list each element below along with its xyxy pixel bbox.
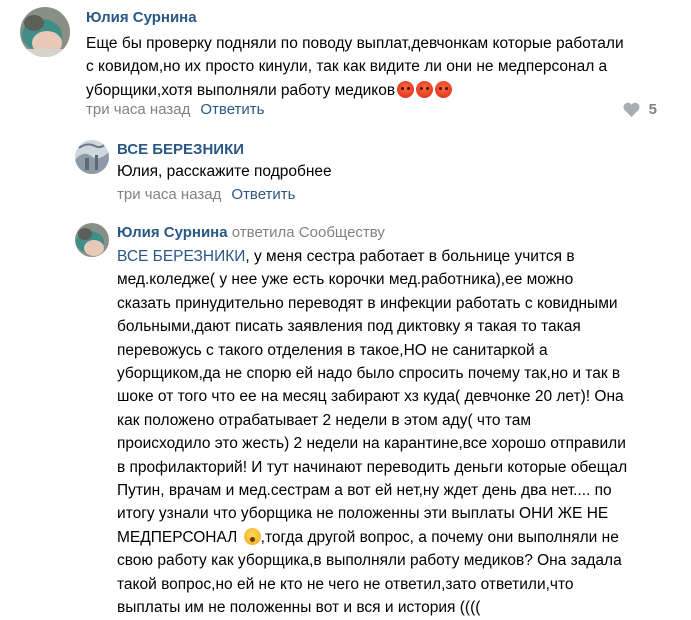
text-line-content: , у меня сестра работает в больнице учит… bbox=[245, 248, 575, 265]
text-line: перевожусь с такого отделения в такое,НО… bbox=[117, 341, 548, 359]
text-line-content: ,тогда другой вопрос, а почему они выпол… bbox=[260, 528, 619, 546]
text-line: Путин, врачам и мед.сестрам а вот ей нет… bbox=[117, 482, 612, 500]
comment-text: ВСЕ БЕРЕЗНИКИ, у меня сестра работает в … bbox=[117, 245, 627, 620]
avatar[interactable] bbox=[75, 223, 109, 257]
reply-button[interactable]: Ответить bbox=[200, 101, 264, 118]
avatar[interactable] bbox=[75, 140, 109, 174]
comment-author-line: Юлия Сурнина ответила Сообществу bbox=[117, 224, 385, 241]
comment-text: Еще бы проверку подняли по поводу выплат… bbox=[86, 32, 624, 102]
comment-timestamp[interactable]: три часа назад bbox=[117, 186, 221, 203]
comment-author[interactable]: ВСЕ БЕРЕЗНИКИ bbox=[117, 141, 244, 158]
astonished-face-emoji-icon bbox=[243, 527, 261, 545]
heart-icon bbox=[623, 102, 640, 117]
like-button[interactable]: 5 bbox=[623, 101, 657, 118]
text-line: уборщики,хотя выполняли работу медиков bbox=[86, 79, 624, 102]
angry-face-emoji-icon bbox=[416, 80, 434, 98]
text-line: Юлия, расскажите подробнее bbox=[117, 163, 332, 180]
text-line: выплаты им не положенны вот и вся и исто… bbox=[117, 599, 481, 617]
text-line: больными,дают писать заявления под дикто… bbox=[117, 318, 581, 336]
comment-author[interactable]: Юлия Сурнина bbox=[117, 224, 228, 241]
text-line: в профилакторий! И тут начинают переводи… bbox=[117, 458, 628, 476]
text-line: МЕДПЕРСОНАЛ ,тогда другой вопрос, а поче… bbox=[117, 526, 627, 549]
comment-meta: три часа назад Ответить bbox=[86, 101, 264, 118]
reply-target-label[interactable]: ответила Сообществу bbox=[232, 224, 385, 241]
text-line: шоке от того что ее на месяц забирают хз… bbox=[117, 388, 624, 406]
text-line-content: МЕДПЕРСОНАЛ bbox=[117, 528, 238, 546]
text-line: с ковидом,но их просто кинули, так как в… bbox=[86, 58, 608, 76]
text-line: ВСЕ БЕРЕЗНИКИ, у меня сестра работает в … bbox=[117, 245, 627, 268]
text-line: происходило это жесть) 2 недели на каран… bbox=[117, 435, 626, 453]
comment-author[interactable]: Юлия Сурнина bbox=[86, 9, 197, 26]
text-line: сказать принудительно переводят в инфекц… bbox=[117, 294, 618, 312]
text-line: уборщиком,да не спорю ей надо было спрос… bbox=[117, 365, 621, 383]
text-line: свою работу как уборщика,в выполняли раб… bbox=[117, 552, 622, 570]
comment-meta: три часа назад Ответить bbox=[117, 186, 295, 203]
angry-face-emoji-icon bbox=[435, 80, 453, 98]
comment-text: Юлия, расскажите подробнее bbox=[117, 160, 332, 183]
angry-face-emoji-icon bbox=[397, 80, 415, 98]
text-line-content: уборщики,хотя выполняли работу медиков bbox=[86, 81, 396, 99]
text-line: Еще бы проверку подняли по поводу выплат… bbox=[86, 35, 624, 52]
avatar[interactable] bbox=[20, 7, 70, 57]
text-line: такой вопрос,но ей не кто не чего не отв… bbox=[117, 575, 574, 593]
comment-timestamp[interactable]: три часа назад bbox=[86, 101, 190, 118]
reply-button[interactable]: Ответить bbox=[231, 186, 295, 203]
like-count: 5 bbox=[648, 101, 657, 118]
text-line: мед.коледже( у нее уже есть корочки мед.… bbox=[117, 271, 574, 289]
mention-link[interactable]: ВСЕ БЕРЕЗНИКИ bbox=[117, 248, 245, 265]
text-line: как положено отрабатывает 2 недели в это… bbox=[117, 411, 532, 429]
text-line: итогу узнали что уборщика не положенны э… bbox=[117, 505, 609, 523]
